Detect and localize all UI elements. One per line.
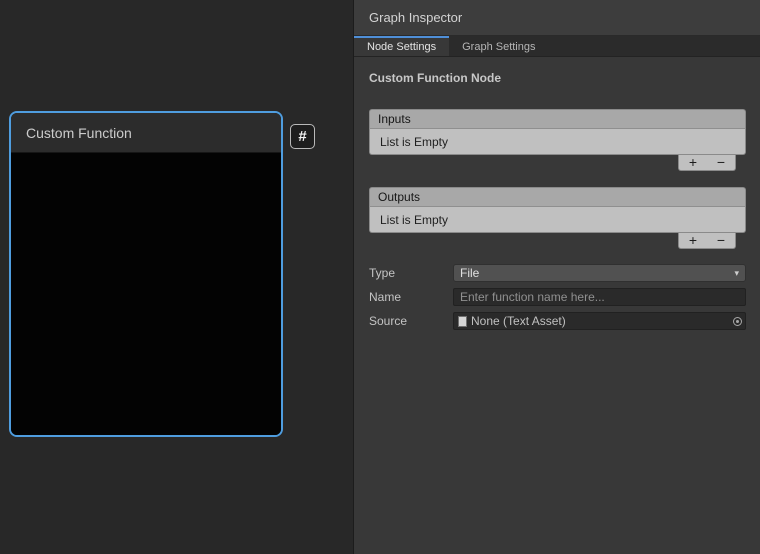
inputs-list-title: Inputs — [378, 112, 411, 126]
source-object-field[interactable]: None (Text Asset) — [453, 312, 746, 330]
source-object-value: None (Text Asset) — [471, 314, 729, 328]
hash-badge-icon[interactable]: # — [290, 124, 315, 149]
outputs-add-button[interactable]: + — [681, 234, 705, 247]
inspector-titlebar[interactable]: Graph Inspector — [354, 0, 760, 36]
tab-node-settings-label: Node Settings — [367, 41, 436, 53]
type-label: Type — [369, 266, 453, 280]
inputs-remove-button[interactable]: − — [709, 156, 733, 169]
node-body — [11, 153, 281, 436]
inputs-list-footer: + − — [369, 155, 746, 171]
object-picker-icon[interactable] — [729, 313, 745, 329]
outputs-list: Outputs List is Empty + − — [369, 187, 746, 249]
type-dropdown-value: File — [460, 266, 479, 280]
outputs-list-title: Outputs — [378, 190, 420, 204]
inspector-tabs: Node Settings Graph Settings — [354, 36, 760, 57]
custom-function-node[interactable]: Custom Function — [10, 112, 282, 436]
inputs-empty-text: List is Empty — [380, 135, 448, 149]
name-field-wrap — [453, 288, 746, 306]
type-field-row: Type File ▾ — [369, 264, 746, 282]
inputs-list-header: Inputs — [369, 109, 746, 129]
node-header[interactable]: Custom Function — [11, 113, 281, 153]
function-name-input[interactable] — [453, 288, 746, 306]
graph-inspector-panel: Graph Inspector Node Settings Graph Sett… — [353, 0, 760, 554]
type-dropdown[interactable]: File ▾ — [453, 264, 746, 282]
inputs-add-button[interactable]: + — [681, 156, 705, 169]
tab-graph-settings-label: Graph Settings — [462, 41, 535, 53]
source-field-row: Source None (Text Asset) — [369, 312, 746, 330]
section-heading: Custom Function Node — [354, 57, 760, 85]
outputs-list-footer: + − — [369, 233, 746, 249]
name-label: Name — [369, 290, 453, 304]
tab-node-settings[interactable]: Node Settings — [354, 36, 449, 56]
graph-canvas[interactable]: Custom Function # — [0, 0, 353, 554]
inspector-title: Graph Inspector — [369, 10, 462, 25]
hash-badge-label: # — [298, 128, 306, 145]
inputs-list-empty-row: List is Empty — [369, 129, 746, 155]
source-label: Source — [369, 314, 453, 328]
fields-section: Type File ▾ Name Source None (Text Asset… — [354, 264, 760, 330]
chevron-down-icon: ▾ — [734, 268, 739, 279]
outputs-empty-text: List is Empty — [380, 213, 448, 227]
node-title: Custom Function — [26, 125, 132, 141]
inputs-list: Inputs List is Empty + − — [369, 109, 746, 171]
outputs-list-header: Outputs — [369, 187, 746, 207]
name-field-row: Name — [369, 288, 746, 306]
outputs-list-empty-row: List is Empty — [369, 207, 746, 233]
tab-graph-settings[interactable]: Graph Settings — [449, 36, 548, 56]
text-asset-icon — [458, 316, 467, 327]
outputs-remove-button[interactable]: − — [709, 234, 733, 247]
